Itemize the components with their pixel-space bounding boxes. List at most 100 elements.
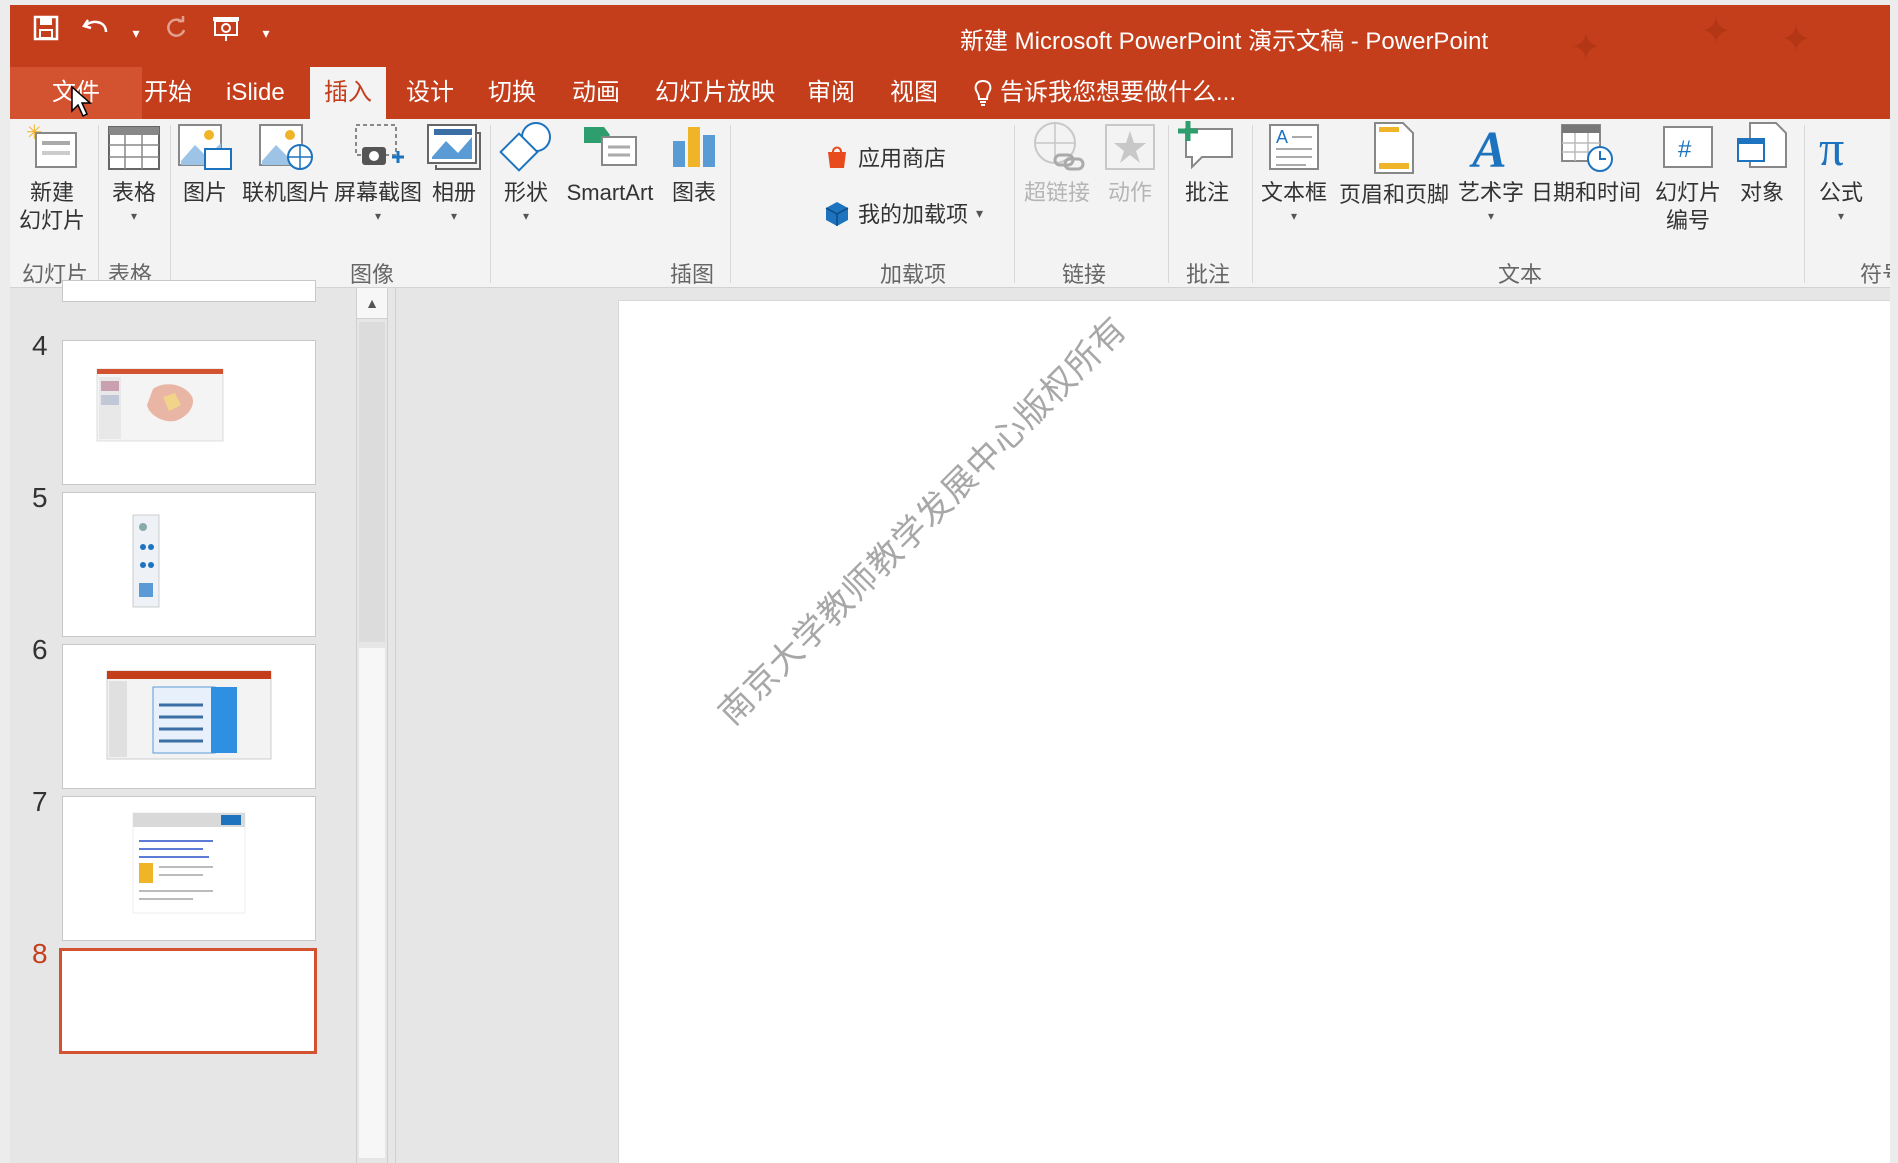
powerpoint-window: ▾ ▾ 新建 Microsoft PowerPoint 演示文稿 - Power… xyxy=(10,5,1890,1163)
tab-view[interactable]: 视图 xyxy=(890,67,938,119)
group-separator xyxy=(1014,125,1015,283)
online-picture-button[interactable]: 联机图片 xyxy=(238,121,334,207)
tab-transitions[interactable]: 切换 xyxy=(488,67,536,119)
scrollbar-track[interactable] xyxy=(359,648,385,1158)
smartart-button[interactable]: SmartArt xyxy=(560,121,660,207)
object-button[interactable]: 对象 xyxy=(1730,121,1794,207)
slide-number-current: 8 xyxy=(32,938,48,969)
tell-me-text: 告诉我您想要做什么... xyxy=(1000,79,1237,106)
chevron-down-icon: ▾ xyxy=(1837,209,1845,223)
date-time-button[interactable]: 日期和时间 xyxy=(1530,121,1642,207)
hyperlink-button[interactable]: 超链接 xyxy=(1018,121,1096,207)
slide-thumbnail-pane: 4 5 6 7 8 ▲ xyxy=(10,280,395,1163)
slide-number: 4 xyxy=(32,330,48,361)
calendar-clock-icon xyxy=(1561,124,1613,172)
group-label-images: 图像 xyxy=(350,262,395,287)
undo-dropdown-icon[interactable]: ▾ xyxy=(128,15,144,51)
wordart-icon: A xyxy=(1469,122,1507,173)
group-label-symbols: 符号 xyxy=(1860,262,1890,287)
slide-thumbnail[interactable] xyxy=(62,644,316,789)
tab-insert[interactable]: 插入 xyxy=(310,67,386,121)
tab-islide[interactable]: iSlide xyxy=(226,67,285,119)
new-slide-button[interactable]: ✳ 新建 幻灯片 xyxy=(12,121,92,235)
redo-icon[interactable] xyxy=(158,15,194,51)
table-button[interactable]: 表格 ▾ xyxy=(102,121,166,225)
scrollbar-thumb[interactable] xyxy=(359,322,385,642)
save-icon[interactable] xyxy=(28,15,64,51)
scroll-up-arrow-icon[interactable]: ▲ xyxy=(357,288,387,319)
title-bar: ▾ ▾ 新建 Microsoft PowerPoint 演示文稿 - Power… xyxy=(10,5,1890,69)
tell-me-box[interactable]: 告诉我您想要做什么... xyxy=(972,67,1236,119)
customize-qat-icon[interactable]: ▾ xyxy=(258,15,274,51)
slide-thumbnail-partial[interactable] xyxy=(62,280,316,302)
slide-canvas[interactable] xyxy=(618,300,1890,1163)
window-title: 新建 Microsoft PowerPoint 演示文稿 - PowerPoin… xyxy=(960,28,1489,55)
slide-number: 5 xyxy=(32,482,48,513)
store-button[interactable]: 应用商店 xyxy=(824,141,946,173)
tab-home[interactable]: 开始 xyxy=(144,67,192,119)
photo-album-button[interactable]: 相册 ▾ xyxy=(424,121,484,225)
hyperlink-icon xyxy=(1034,122,1085,171)
chevron-down-icon: ▾ xyxy=(374,209,382,223)
action-button[interactable]: 动作 xyxy=(1102,121,1158,207)
bird-decoration-icon: ✦ xyxy=(1780,19,1812,61)
object-icon xyxy=(1737,122,1787,168)
store-icon xyxy=(828,146,846,168)
start-from-beginning-icon[interactable] xyxy=(208,15,244,51)
slide-thumbnail-selected[interactable] xyxy=(59,948,317,1054)
chevron-down-icon: ▾ xyxy=(1487,209,1495,223)
bird-decoration-icon: ✦ xyxy=(1700,11,1732,53)
table-icon xyxy=(108,126,160,170)
slide-number-button[interactable]: # 幻灯片 编号 xyxy=(1650,121,1726,235)
tab-review[interactable]: 审阅 xyxy=(807,67,855,119)
addins-icon xyxy=(825,202,849,226)
undo-icon[interactable] xyxy=(78,15,114,51)
screenshot-button[interactable]: 屏幕截图 ▾ xyxy=(332,121,424,225)
group-label-text: 文本 xyxy=(1498,262,1543,287)
slide-thumbnail[interactable] xyxy=(62,340,316,485)
group-separator xyxy=(170,125,171,283)
header-footer-button[interactable]: 页眉和页脚 xyxy=(1336,121,1452,209)
slide-number: 6 xyxy=(32,634,48,665)
online-picture-icon xyxy=(259,124,313,170)
action-star-icon xyxy=(1105,124,1155,170)
slide-thumbnail[interactable] xyxy=(62,796,316,941)
textbox-button[interactable]: A 文本框 ▾ xyxy=(1256,121,1332,225)
slide-preview-image xyxy=(106,670,272,760)
tab-animations[interactable]: 动画 xyxy=(572,67,620,119)
group-label-links: 链接 xyxy=(1062,262,1107,287)
new-slide-icon: ✳ xyxy=(26,122,77,168)
shapes-icon xyxy=(499,122,551,172)
group-label-addins: 加载项 xyxy=(880,262,947,287)
svg-text:π: π xyxy=(1819,121,1844,173)
slide-thumbnail[interactable] xyxy=(62,492,316,637)
chevron-down-icon: ▾ xyxy=(1290,209,1298,223)
group-separator xyxy=(1252,125,1253,283)
picture-icon xyxy=(178,124,232,170)
group-separator xyxy=(490,125,491,283)
my-addins-button[interactable]: 我的加载项 ▾ xyxy=(824,197,983,229)
slide-preview-image xyxy=(132,514,160,608)
tab-design[interactable]: 设计 xyxy=(406,67,454,119)
chevron-down-icon: ▾ xyxy=(976,204,984,221)
mouse-cursor-icon xyxy=(71,85,92,118)
slide-number: 7 xyxy=(32,786,48,817)
lightbulb-icon xyxy=(974,79,992,106)
quick-access-toolbar: ▾ ▾ xyxy=(28,15,274,51)
group-separator xyxy=(98,125,99,283)
pi-icon: π xyxy=(1819,121,1844,173)
svg-text:A: A xyxy=(1276,127,1288,147)
chevron-down-icon: ▾ xyxy=(130,209,138,223)
wordart-button[interactable]: A 艺术字 ▾ xyxy=(1456,121,1526,225)
equation-button[interactable]: π 公式 ▾ xyxy=(1808,121,1874,225)
svg-text:#: # xyxy=(1678,136,1692,163)
tab-slideshow[interactable]: 幻灯片放映 xyxy=(655,67,775,119)
ribbon-tabs: 文件 开始 iSlide 插入 设计 切换 动画 幻灯片放映 审阅 视图 告诉我… xyxy=(10,67,1890,121)
chart-button[interactable]: 图表 xyxy=(664,121,724,207)
thumbnail-scrollbar[interactable]: ▲ xyxy=(356,288,388,1163)
shapes-button[interactable]: 形状 ▾ xyxy=(494,121,558,225)
comment-button[interactable]: 批注 xyxy=(1174,121,1240,207)
picture-button[interactable]: 图片 xyxy=(174,121,236,207)
group-label-comments: 批注 xyxy=(1186,262,1231,287)
group-label-illustrations: 插图 xyxy=(670,262,715,287)
